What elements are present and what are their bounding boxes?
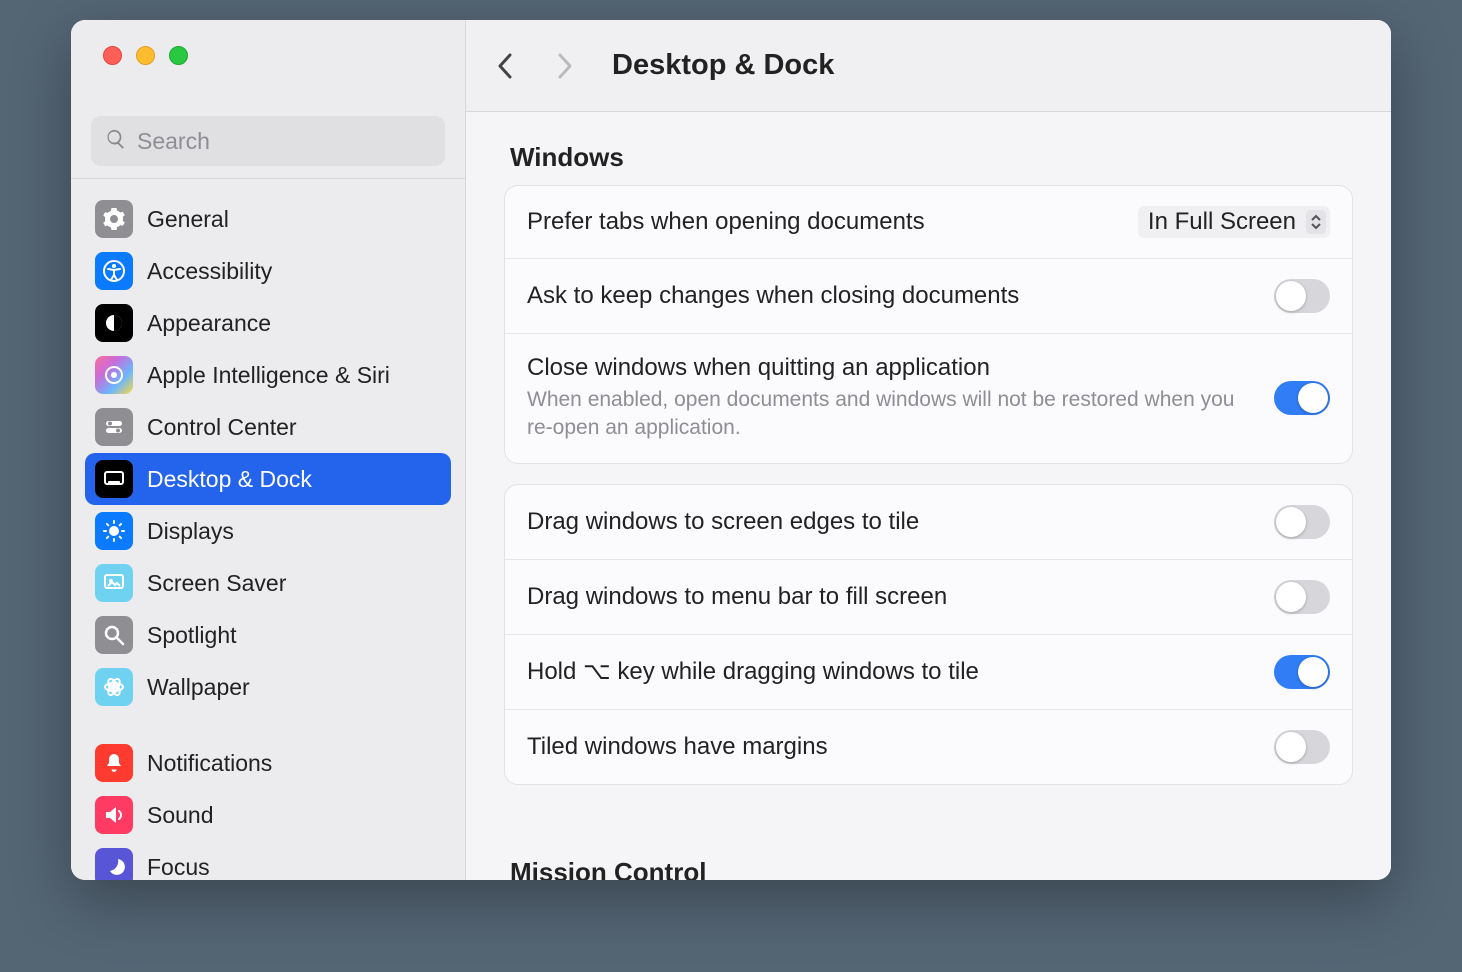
sidebar-item-ai-siri[interactable]: Apple Intelligence & Siri [85,349,451,401]
toggle-switch[interactable] [1274,381,1330,415]
gear-icon [95,200,133,238]
sidebar-item-spotlight[interactable]: Spotlight [85,609,451,661]
sidebar-item-screen-saver[interactable]: Screen Saver [85,557,451,609]
sidebar-item-focus[interactable]: Focus [85,841,451,880]
toggle-knob [1276,507,1306,537]
popup-value: In Full Screen [1148,208,1296,236]
sidebar-item-label: Control Center [147,414,297,441]
fullscreen-window-button[interactable] [169,46,188,65]
minimize-window-button[interactable] [136,46,155,65]
sidebar-item-gear[interactable]: General [85,193,451,245]
forward-button[interactable] [546,44,582,88]
sidebar-item-label: Apple Intelligence & Siri [147,362,390,389]
sidebar-item-wallpaper[interactable]: Wallpaper [85,661,451,713]
settings-window: General Accessibility Appearance Apple Inte… [71,20,1391,880]
close-window-button[interactable] [103,46,122,65]
search-icon [105,128,127,155]
section-title-windows: Windows [510,142,1353,173]
toggle-knob [1276,281,1306,311]
sidebar-item-label: Wallpaper [147,674,250,701]
sidebar-item-displays[interactable]: Displays [85,505,451,557]
content-pane: Desktop & Dock Windows Prefer tabs when … [466,20,1391,880]
sidebar-item-label: General [147,206,229,233]
page-title: Desktop & Dock [612,49,834,82]
setting-row: Drag windows to menu bar to fill screen [505,559,1352,634]
sidebar-item-sound[interactable]: Sound [85,789,451,841]
sidebar-item-appearance[interactable]: Appearance [85,297,451,349]
setting-label: Drag windows to screen edges to tile [527,508,1256,536]
setting-row: Tiled windows have margins [505,709,1352,784]
toggle-switch[interactable] [1274,655,1330,689]
setting-label: Prefer tabs when opening documents [527,208,1120,236]
toggle-switch[interactable] [1274,730,1330,764]
sidebar-item-label: Focus [147,854,210,881]
sidebar-item-notifications[interactable]: Notifications [85,737,451,789]
search-field[interactable] [91,116,445,166]
section-title-mission-control: Mission Control [510,857,1353,880]
search-input[interactable] [137,128,431,155]
content-header: Desktop & Dock [466,20,1391,112]
toggle-switch[interactable] [1274,580,1330,614]
toggle-knob [1298,657,1328,687]
setting-row: Drag windows to screen edges to tile [505,485,1352,559]
settings-card-windows-1: Prefer tabs when opening documents In Ful… [504,185,1353,464]
window-controls [71,20,465,98]
setting-row: Prefer tabs when opening documents In Ful… [505,186,1352,258]
sidebar-item-label: Accessibility [147,258,272,285]
control-center-icon [95,408,133,446]
toggle-switch[interactable] [1274,279,1330,313]
setting-row: Close windows when quitting an applicati… [505,333,1352,463]
ai-siri-icon [95,356,133,394]
sidebar-item-label: Spotlight [147,622,237,649]
spotlight-icon [95,616,133,654]
sidebar-item-label: Appearance [147,310,271,337]
toggle-knob [1276,732,1306,762]
toggle-switch[interactable] [1274,505,1330,539]
setting-description: When enabled, open documents and windows… [527,386,1247,443]
sidebar: General Accessibility Appearance Apple Inte… [71,20,466,880]
sound-icon [95,796,133,834]
popup-button[interactable]: In Full Screen [1138,206,1330,238]
screen-saver-icon [95,564,133,602]
focus-icon [95,848,133,880]
sidebar-item-label: Notifications [147,750,272,777]
setting-label: Drag windows to menu bar to fill screen [527,583,1256,611]
sidebar-item-label: Screen Saver [147,570,286,597]
setting-row: Hold ⌥ key while dragging windows to til… [505,634,1352,709]
setting-row: Ask to keep changes when closing documen… [505,258,1352,333]
setting-label: Close windows when quitting an applicati… [527,354,1256,382]
sidebar-item-control-center[interactable]: Control Center [85,401,451,453]
accessibility-icon [95,252,133,290]
sidebar-item-label: Desktop & Dock [147,466,312,493]
content-scroll[interactable]: Windows Prefer tabs when opening documen… [466,112,1391,880]
back-button[interactable] [488,44,524,88]
sidebar-item-label: Displays [147,518,234,545]
wallpaper-icon [95,668,133,706]
toggle-knob [1276,582,1306,612]
setting-label: Hold ⌥ key while dragging windows to til… [527,657,1256,686]
toggle-knob [1298,383,1328,413]
setting-label: Tiled windows have margins [527,733,1256,761]
sidebar-item-label: Sound [147,802,214,829]
sidebar-item-desktop-dock[interactable]: Desktop & Dock [85,453,451,505]
displays-icon [95,512,133,550]
sidebar-nav: General Accessibility Appearance Apple Inte… [71,179,465,880]
notifications-icon [95,744,133,782]
setting-label: Ask to keep changes when closing documen… [527,282,1256,310]
desktop-dock-icon [95,460,133,498]
appearance-icon [95,304,133,342]
settings-card-windows-2: Drag windows to screen edges to tile Drag… [504,484,1353,785]
chevron-updown-icon [1306,210,1326,234]
sidebar-item-accessibility[interactable]: Accessibility [85,245,451,297]
